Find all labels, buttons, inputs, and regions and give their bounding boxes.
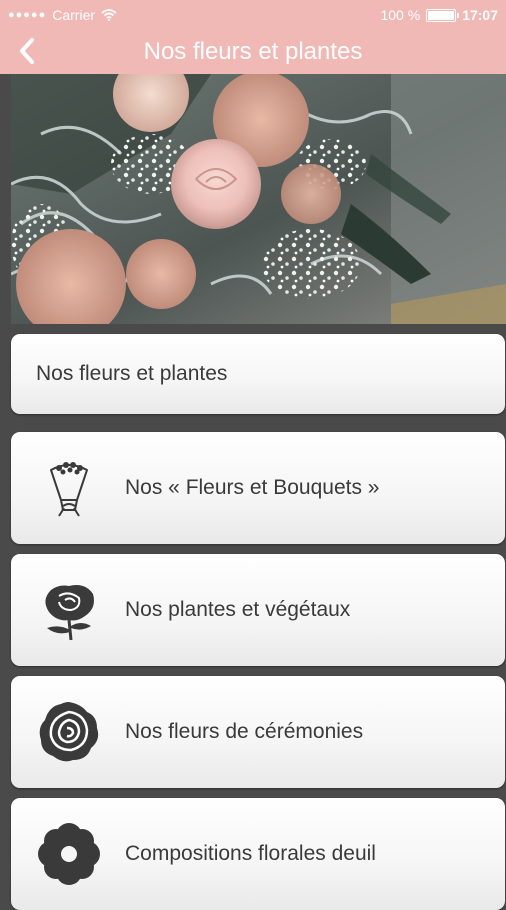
- flower-icon: [38, 823, 100, 885]
- wifi-icon: [101, 9, 117, 21]
- menu-item-fleurs-ceremonies[interactable]: Nos fleurs de cérémonies: [11, 676, 505, 788]
- battery-icon: [426, 8, 460, 22]
- status-left: ●●●●● Carrier: [8, 7, 117, 23]
- rose-icon: [45, 585, 94, 641]
- clock: 17:07: [462, 7, 498, 23]
- status-right: 100 % 17:07: [380, 7, 498, 23]
- menu-header-item[interactable]: Nos fleurs et plantes: [11, 334, 505, 414]
- bouquet-icon: [50, 462, 88, 517]
- carrier-label: Carrier: [52, 7, 96, 23]
- page-title: Nos fleurs et plantes: [143, 38, 363, 65]
- battery-percent: 100 %: [380, 7, 421, 23]
- menu-item-label: Nos fleurs de cérémonies: [125, 720, 364, 743]
- menu-item-plantes-vegetaux[interactable]: Nos plantes et végétaux: [11, 554, 505, 666]
- signal-strength-icon: ●●●●●: [8, 9, 47, 21]
- battery-level: [428, 10, 455, 20]
- menu-item-compositions-deuil[interactable]: Compositions florales deuil: [11, 798, 505, 910]
- menu-item-label: Nos « Fleurs et Bouquets »: [125, 476, 380, 499]
- bouquet-photo: [11, 74, 506, 324]
- round-rose-icon: [39, 702, 99, 762]
- menu-header-label: Nos fleurs et plantes: [36, 362, 228, 385]
- menu-item-fleurs-bouquets[interactable]: Nos « Fleurs et Bouquets »: [11, 432, 505, 544]
- menu-item-label: Compositions florales deuil: [125, 842, 376, 865]
- hero-bouquet-image: [11, 74, 506, 324]
- navigation-bar: Nos fleurs et plantes: [0, 30, 506, 74]
- menu-item-label: Nos plantes et végétaux: [125, 598, 351, 621]
- status-bar: ●●●●● Carrier 100 % 17:07: [0, 0, 506, 30]
